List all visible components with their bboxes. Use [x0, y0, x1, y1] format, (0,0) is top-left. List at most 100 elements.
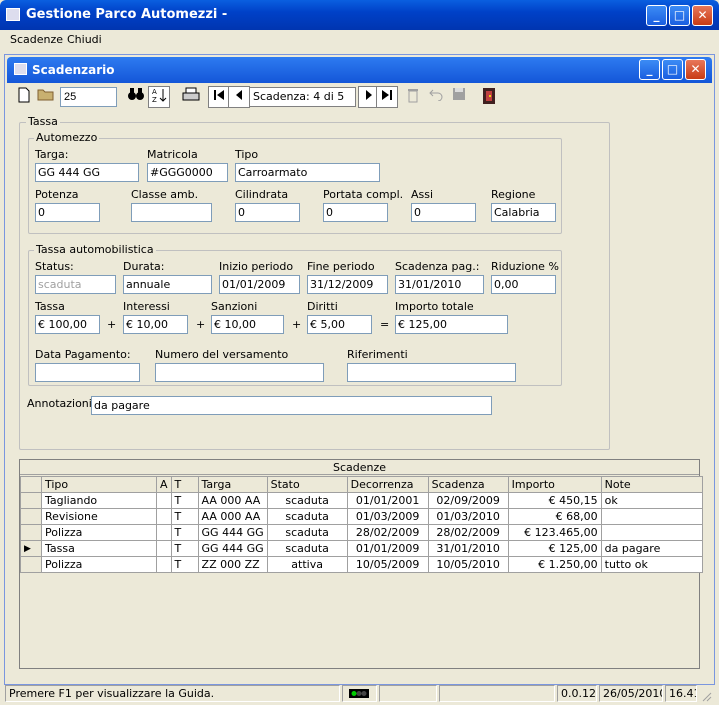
cell-a[interactable] — [156, 492, 172, 509]
diritti-field[interactable]: € 5,00 — [307, 315, 372, 334]
last-record-icon[interactable] — [376, 86, 398, 108]
sanzioni-field[interactable]: € 10,00 — [211, 315, 284, 334]
print-icon[interactable] — [180, 86, 202, 108]
cell-importo[interactable]: € 125,00 — [507, 540, 602, 557]
table-row[interactable]: Polizza T GG 444 GG scaduta 28/02/2009 2… — [20, 524, 703, 541]
cell-t[interactable]: T — [170, 508, 199, 525]
totale-field[interactable]: € 125,00 — [395, 315, 508, 334]
cell-decorrenza[interactable]: 28/02/2009 — [346, 524, 429, 541]
cell-stato[interactable]: scaduta — [266, 508, 348, 525]
first-record-icon[interactable] — [208, 86, 230, 108]
prev-record-icon[interactable] — [228, 86, 250, 108]
tipo-field[interactable]: Carroarmato — [235, 163, 380, 182]
resize-grip-icon[interactable] — [700, 690, 712, 702]
cell-a[interactable] — [156, 556, 172, 573]
cell-importo[interactable]: € 1.250,00 — [507, 556, 602, 573]
col-header-targa[interactable]: Targa — [197, 476, 268, 493]
cell-stato[interactable]: scaduta — [266, 492, 348, 509]
cell-tipo[interactable]: Tagliando — [41, 492, 157, 509]
cell-note[interactable]: ok — [600, 492, 703, 509]
cell-importo[interactable]: € 123.465,00 — [507, 524, 602, 541]
col-header-importo[interactable]: Importo — [507, 476, 602, 493]
cell-importo[interactable]: € 68,00 — [507, 508, 602, 525]
cell-decorrenza[interactable]: 01/03/2009 — [346, 508, 429, 525]
cell-importo[interactable]: € 450,15 — [507, 492, 602, 509]
cell-a[interactable] — [156, 508, 172, 525]
col-header-a[interactable]: A — [156, 476, 172, 493]
cell-decorrenza[interactable]: 10/05/2009 — [346, 556, 429, 573]
riferimenti-field[interactable] — [347, 363, 516, 382]
cell-decorrenza[interactable]: 01/01/2001 — [346, 492, 429, 509]
durata-field[interactable]: annuale — [123, 275, 212, 294]
close-button[interactable]: ✕ — [692, 5, 713, 26]
data-pagamento-field[interactable] — [35, 363, 140, 382]
table-row[interactable]: Polizza T ZZ 000 ZZ attiva 10/05/2009 10… — [20, 556, 703, 573]
tassa-field[interactable]: € 100,00 — [35, 315, 100, 334]
binoculars-icon[interactable] — [125, 86, 147, 108]
child-close-button[interactable]: ✕ — [685, 59, 706, 80]
cell-note[interactable]: tutto ok — [600, 556, 703, 573]
col-header-scadenza[interactable]: Scadenza — [427, 476, 509, 493]
table-row[interactable]: Tagliando T AA 000 AA scaduta 01/01/2001… — [20, 492, 703, 509]
open-folder-icon[interactable] — [35, 86, 57, 108]
regione-field[interactable]: Calabria — [491, 203, 556, 222]
cell-note[interactable]: da pagare — [600, 540, 703, 557]
cell-scadenza[interactable]: 28/02/2009 — [427, 524, 509, 541]
row-selector[interactable]: ▶ — [20, 540, 42, 557]
cell-a[interactable] — [156, 524, 172, 541]
riduzione-field[interactable]: 0,00 — [491, 275, 556, 294]
table-row-selected[interactable]: ▶ Tassa T GG 444 GG scaduta 01/01/2009 3… — [20, 540, 703, 557]
col-header-note[interactable]: Note — [600, 476, 703, 493]
menu-scadenze[interactable]: Scadenze — [10, 33, 63, 46]
cell-targa[interactable]: AA 000 AA — [197, 492, 268, 509]
cell-scadenza[interactable]: 10/05/2010 — [427, 556, 509, 573]
col-header-t[interactable]: T — [170, 476, 199, 493]
cell-stato[interactable]: attiva — [266, 556, 348, 573]
inizio-field[interactable]: 01/01/2009 — [219, 275, 300, 294]
row-selector[interactable] — [20, 524, 42, 541]
row-selector[interactable] — [20, 508, 42, 525]
cell-scadenza[interactable]: 31/01/2010 — [427, 540, 509, 557]
minimize-button[interactable]: _ — [646, 5, 667, 26]
row-selector[interactable] — [20, 556, 42, 573]
count-input[interactable] — [60, 87, 117, 107]
cell-tipo[interactable]: Revisione — [41, 508, 157, 525]
col-header-tipo[interactable]: Tipo — [41, 476, 157, 493]
table-row[interactable]: Revisione T AA 000 AA scaduta 01/03/2009… — [20, 508, 703, 525]
menu-chiudi[interactable]: Chiudi — [67, 33, 102, 46]
maximize-button[interactable]: □ — [669, 5, 690, 26]
numero-versamento-field[interactable] — [155, 363, 324, 382]
cell-tipo[interactable]: Tassa — [41, 540, 157, 557]
cell-stato[interactable]: scaduta — [266, 540, 348, 557]
cell-note[interactable] — [600, 524, 703, 541]
interessi-field[interactable]: € 10,00 — [123, 315, 188, 334]
exit-door-icon[interactable] — [478, 86, 500, 108]
cilindrata-field[interactable]: 0 — [235, 203, 300, 222]
cell-decorrenza[interactable]: 01/01/2009 — [346, 540, 429, 557]
cell-targa[interactable]: ZZ 000 ZZ — [197, 556, 268, 573]
cell-targa[interactable]: GG 444 GG — [197, 540, 268, 557]
col-header-decorrenza[interactable]: Decorrenza — [346, 476, 429, 493]
cell-tipo[interactable]: Polizza — [41, 524, 157, 541]
cell-t[interactable]: T — [170, 556, 199, 573]
undo-icon[interactable] — [425, 86, 447, 108]
fine-field[interactable]: 31/12/2009 — [307, 275, 388, 294]
cell-note[interactable] — [600, 508, 703, 525]
potenza-field[interactable]: 0 — [35, 203, 100, 222]
cell-t[interactable]: T — [170, 492, 199, 509]
save-icon[interactable] — [448, 86, 470, 108]
assi-field[interactable]: 0 — [411, 203, 476, 222]
new-icon[interactable] — [13, 86, 35, 108]
cell-tipo[interactable]: Polizza — [41, 556, 157, 573]
cell-targa[interactable]: GG 444 GG — [197, 524, 268, 541]
child-minimize-button[interactable]: _ — [639, 59, 660, 80]
child-maximize-button[interactable]: □ — [662, 59, 683, 80]
classe-field[interactable] — [131, 203, 212, 222]
annotazioni-field[interactable]: da pagare — [91, 396, 492, 415]
portata-field[interactable]: 0 — [323, 203, 388, 222]
targa-field[interactable]: GG 444 GG — [35, 163, 139, 182]
row-selector[interactable] — [20, 492, 42, 509]
cell-targa[interactable]: AA 000 AA — [197, 508, 268, 525]
delete-icon[interactable] — [402, 86, 424, 108]
matricola-field[interactable]: #GGG0000 — [147, 163, 228, 182]
